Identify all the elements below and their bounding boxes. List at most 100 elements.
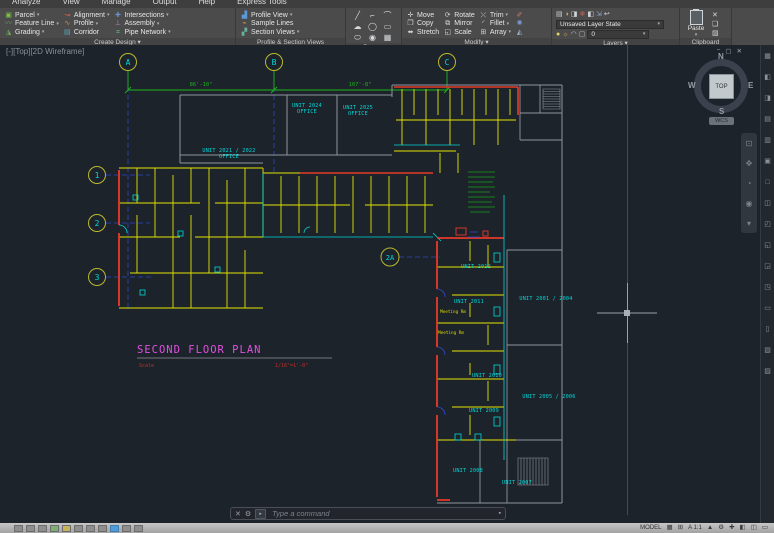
infer-constraints-toggle[interactable] (14, 525, 23, 532)
orbit-icon[interactable]: ◉ (746, 199, 753, 208)
lineweight-toggle[interactable] (122, 525, 131, 532)
sun-icon[interactable]: ☼ (562, 30, 568, 39)
showmotion-icon[interactable]: ▾ (747, 219, 751, 228)
alignment-button[interactable]: ↝Alignment▾ (63, 11, 110, 20)
fillet-button[interactable]: ◜Fillet▾ (479, 20, 511, 29)
tab-help[interactable]: Help (199, 0, 215, 5)
viewcube-top-face[interactable]: TOP (709, 74, 734, 99)
profile-button[interactable]: ∿Profile▾ (63, 20, 110, 29)
array-button[interactable]: ⊞Array▾ (479, 28, 511, 37)
side-tool-icon[interactable]: ▨ (764, 368, 771, 376)
panel-label-clipboard[interactable]: Clipboard (680, 38, 731, 45)
side-tool-icon[interactable]: □ (765, 179, 769, 187)
grid-toggle[interactable] (38, 525, 47, 532)
polar-toggle[interactable] (62, 525, 71, 532)
layer-isolate-icon[interactable]: ◨ (571, 10, 578, 19)
workspace-switching-icon[interactable]: ⚙ (718, 524, 724, 532)
viewcube-west[interactable]: W (688, 81, 696, 90)
annotation-monitor-icon[interactable]: ✚ (729, 524, 734, 532)
osnap-toggle[interactable] (74, 525, 83, 532)
trim-button[interactable]: ⤬Trim▾ (479, 11, 511, 20)
tab-express-tools[interactable]: Express Tools (237, 0, 287, 5)
dynamic-input-toggle[interactable] (110, 525, 119, 532)
current-layer-dropdown[interactable]: 0▾ (587, 30, 649, 39)
tab-view[interactable]: View (62, 0, 79, 5)
otrack-toggle[interactable] (86, 525, 95, 532)
side-tool-icon[interactable]: ▣ (764, 158, 771, 166)
snap-toggle[interactable] (26, 525, 35, 532)
side-tool-icon[interactable]: ▦ (764, 53, 771, 61)
command-close-icon[interactable]: ✕ (235, 510, 241, 518)
point-tool-icon[interactable]: ◉ (365, 32, 380, 43)
hardware-acceleration-icon[interactable]: ◫ (751, 524, 757, 532)
model-space-button[interactable]: MODEL (640, 525, 661, 531)
fade-button[interactable]: ◭ (515, 28, 524, 37)
clean-screen-icon[interactable]: ▭ (762, 524, 768, 532)
match-properties-button[interactable]: ▨ (712, 30, 719, 38)
mirror-button[interactable]: ⧉Mirror (443, 20, 475, 29)
rectangle-tool-icon[interactable]: ▭ (380, 21, 395, 32)
grid-display-icon[interactable]: ▦ (667, 524, 673, 532)
dynamic-ucs-toggle[interactable] (98, 525, 107, 532)
annotation-visibility-icon[interactable]: ▲ (707, 524, 713, 532)
tab-analyze[interactable]: Analyze (12, 0, 40, 5)
side-tool-icon[interactable]: ◨ (764, 95, 771, 103)
zoom-extents-icon[interactable]: ◔ (747, 179, 752, 188)
viewcube-north[interactable]: N (718, 52, 724, 61)
corridor-button[interactable]: ▤Corridor (63, 28, 110, 37)
full-navigation-wheel-icon[interactable]: ⊡ (746, 139, 753, 148)
move-button[interactable]: ✛Move (406, 11, 439, 20)
drawing-canvas[interactable]: [-][Top][2D Wireframe] − ▢ ✕ 86'-10" 107… (0, 45, 760, 523)
tab-output[interactable]: Output (153, 0, 177, 5)
sample-lines-button[interactable]: ⌁Sample Lines (240, 20, 299, 29)
paste-button[interactable]: Paste ▾ (684, 10, 708, 38)
ortho-toggle[interactable] (50, 525, 59, 532)
side-tool-icon[interactable]: ◰ (764, 221, 771, 229)
side-tool-icon[interactable]: ▧ (764, 347, 771, 355)
cut-button[interactable]: ✕ (712, 12, 719, 20)
side-tool-icon[interactable]: ◧ (764, 74, 771, 82)
copy-button[interactable]: ❐Copy (406, 20, 439, 29)
side-tool-icon[interactable]: ◱ (764, 242, 771, 250)
scale-button[interactable]: ◱Scale (443, 28, 475, 37)
layer-lock-icon[interactable]: ◧ (587, 10, 594, 19)
polyline-tool-icon[interactable]: ⌐ (365, 10, 380, 21)
panel-label-create-design[interactable]: Create Design ▾ (0, 38, 235, 46)
isolate-objects-icon[interactable]: ◧ (740, 524, 746, 532)
revision-cloud-icon[interactable]: ☁ (350, 21, 365, 32)
circle-tool-icon[interactable]: ◯ (365, 21, 380, 32)
layer-off-icon[interactable]: ◑ (565, 10, 569, 19)
command-recent-icon[interactable]: ▸ (255, 509, 266, 519)
wcs-menu[interactable]: WCS (709, 117, 734, 125)
transparency-toggle[interactable] (134, 525, 143, 532)
parcel-button[interactable]: ▣Parcel▾ (4, 11, 59, 20)
explode-button[interactable]: ✺ (515, 20, 524, 29)
side-tool-icon[interactable]: ▥ (764, 137, 771, 145)
ellipse-tool-icon[interactable]: ⬭ (350, 32, 365, 43)
viewcube-south[interactable]: S (719, 107, 724, 116)
assembly-button[interactable]: ⊥Assembly▾ (113, 20, 170, 29)
viewcube-east[interactable]: E (748, 81, 753, 90)
side-tool-icon[interactable]: ▯ (766, 326, 770, 334)
feature-line-button[interactable]: 〰Feature Line▾ (4, 20, 59, 29)
section-views-button[interactable]: ▞Section Views▾ (240, 28, 299, 37)
line-tool-icon[interactable]: ╱ (350, 10, 365, 21)
command-options-icon[interactable]: ▪ (499, 510, 501, 517)
annotation-scale-button[interactable]: A 1:1 (688, 525, 702, 531)
bulb-on-icon[interactable]: ● (556, 30, 560, 39)
side-tool-icon[interactable]: ◲ (764, 263, 771, 271)
arc-tool-icon[interactable]: ⌒ (380, 10, 395, 21)
side-tool-icon[interactable]: ◫ (764, 200, 771, 208)
hatch-tool-icon[interactable]: ▦ (380, 32, 395, 43)
layer-freeze-icon[interactable]: ❄ (579, 10, 585, 19)
grading-button[interactable]: ◮Grading▾ (4, 28, 59, 37)
layer-color-swatch[interactable]: ▢ (579, 30, 586, 39)
intersections-button[interactable]: ✚Intersections▾ (113, 11, 170, 20)
snap-mode-icon[interactable]: ⊞ (678, 524, 683, 532)
command-customize-icon[interactable]: ⚙ (245, 510, 251, 518)
layer-prev-icon[interactable]: ↩ (604, 10, 610, 19)
layer-properties-icon[interactable]: ▤ (556, 10, 563, 19)
panel-label-modify[interactable]: Modify ▾ (402, 38, 551, 46)
rotate-button[interactable]: ⟳Rotate (443, 11, 475, 20)
viewcube[interactable]: N W E S TOP WCS (692, 55, 754, 127)
